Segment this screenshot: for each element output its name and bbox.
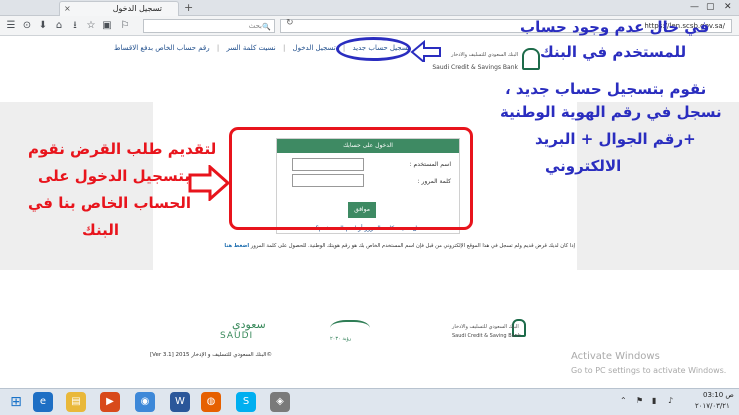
annotation-blue-2: للمستخدم في البنك bbox=[540, 43, 687, 61]
volume-icon[interactable]: ♪ bbox=[668, 396, 673, 405]
library-icon[interactable]: ▣ bbox=[100, 19, 114, 33]
new-tab-icon[interactable]: + bbox=[184, 2, 193, 14]
annotation-red-4: البنك bbox=[82, 221, 119, 239]
installments-account-link[interactable]: رقم حساب الخاص بدفع الاقساط bbox=[114, 42, 210, 54]
word-icon[interactable]: W bbox=[170, 392, 190, 412]
annotation-blue-4: نسجل في رقم الهوية الوطنية bbox=[500, 103, 722, 121]
forgot-password-link[interactable]: نسيت كلمة السر bbox=[226, 42, 275, 54]
bank-logo-english: Saudi Credit & Savings Bank bbox=[432, 64, 518, 71]
bank-logo-arabic: البنك السعودي للتسليف والادخار bbox=[451, 52, 518, 58]
highlight-box bbox=[229, 127, 473, 230]
download-icon[interactable]: ⬇ bbox=[36, 19, 50, 33]
browser-tab[interactable]: تسجيل الدخول × bbox=[59, 1, 179, 16]
menu-icon[interactable]: ☰ bbox=[4, 19, 18, 33]
separator: | bbox=[282, 44, 286, 52]
maximize-icon[interactable]: ▢ bbox=[706, 2, 715, 12]
clock-time[interactable]: 03:10 ص bbox=[703, 391, 734, 399]
vision-emblem-text: رؤية ٢٠٣٠ bbox=[330, 336, 352, 342]
addon-icon[interactable]: ⊙ bbox=[20, 19, 34, 33]
action-center-icon[interactable]: ⚑ bbox=[636, 396, 643, 405]
minimize-icon[interactable]: — bbox=[690, 2, 699, 12]
home-icon[interactable]: ⌂ bbox=[52, 19, 66, 33]
tray-expand-icon[interactable]: ⌃ bbox=[620, 396, 627, 405]
start-icon[interactable]: ⊞ bbox=[6, 392, 26, 412]
reload-icon[interactable]: ↻ bbox=[286, 18, 294, 28]
search-box[interactable]: بحث 🔍 bbox=[143, 19, 275, 33]
media-player-icon[interactable]: ▶ bbox=[100, 392, 120, 412]
red-arrow-icon bbox=[188, 165, 230, 201]
saudi-brand-english: SAUDI bbox=[220, 331, 254, 341]
saudi-brand-arabic: سعودي bbox=[232, 318, 266, 331]
firefox-icon[interactable]: ◍ bbox=[201, 392, 221, 412]
network-icon[interactable]: ▮ bbox=[652, 396, 656, 405]
footer-bank-english: Saudi Credit & Saving Bank bbox=[452, 333, 521, 339]
tab-bar: تسجيل الدخول × + — ▢ ✕ bbox=[0, 0, 739, 16]
annotation-red-2: بتسجيل الدخول على bbox=[38, 167, 190, 185]
blue-arrow-icon bbox=[410, 40, 441, 62]
annotation-blue-5: +رقم الجوال + البريد bbox=[535, 130, 696, 148]
info-message: إذا كان لديك قرض قديم ولم تسجل في هذا ال… bbox=[250, 243, 575, 249]
annotation-red-3: الحساب الخاص بنا في bbox=[28, 194, 192, 212]
window-close-icon[interactable]: ✕ bbox=[724, 2, 732, 12]
app-icon[interactable]: ◉ bbox=[135, 392, 155, 412]
internet-explorer-icon[interactable]: e bbox=[33, 392, 53, 412]
bank-logo: البنك السعودي للتسليف والادخار Saudi Cre… bbox=[432, 44, 540, 76]
clock-date[interactable]: ٢٠١٧/٠٣/٢١ bbox=[695, 402, 730, 410]
search-icon: 🔍 bbox=[262, 23, 271, 31]
annotation-blue-1: في حال عدم وجود حساب bbox=[520, 18, 710, 36]
annotation-blue-3: نقوم بتسجيل حساب جديد ، bbox=[505, 80, 707, 98]
annotation-red-1: لتقديم طلب القرض نقوم bbox=[28, 140, 217, 158]
click-here-link[interactable]: اضغط هنا bbox=[224, 243, 249, 249]
taskbar: ⊞ e ▤ ▶ ◉ W ◍ S ◈ ⌃ ⚑ ▮ ♪ 03:10 ص ٢٠١٧/٠… bbox=[0, 388, 739, 415]
file-explorer-icon[interactable]: ▤ bbox=[66, 392, 86, 412]
skype-icon[interactable]: S bbox=[236, 392, 256, 412]
app-icon[interactable]: ◈ bbox=[270, 392, 290, 412]
activate-windows-subtitle: Go to PC settings to activate Windows. bbox=[571, 366, 727, 375]
login-link[interactable]: تسجيل الدخول bbox=[293, 42, 336, 54]
footer-bank-arabic: البنك السعودي للتسليف والادخار bbox=[452, 324, 519, 330]
annotation-blue-6: الالكتروني bbox=[545, 157, 622, 175]
bank-logo-icon bbox=[522, 48, 540, 70]
info-text: إذا كان لديك قرض قديم ولم تسجل في هذا ال… bbox=[165, 243, 575, 249]
activate-windows-title: Activate Windows bbox=[571, 351, 660, 362]
save-icon[interactable]: ⭳ bbox=[68, 19, 82, 33]
screen: تسجيل الدخول × + — ▢ ✕ ☰ ⊙ ⬇ ⌂ ⭳ ☆ ▣ ⚐ ب… bbox=[0, 0, 739, 415]
bookmark-star-icon[interactable]: ☆ bbox=[84, 19, 98, 33]
flag-icon[interactable]: ⚐ bbox=[118, 19, 132, 33]
copyright: [Ver 3.1] البنك السعودي للتسليف و الإدخا… bbox=[150, 352, 273, 358]
tab-close-icon[interactable]: × bbox=[64, 2, 71, 16]
tab-title: تسجيل الدخول bbox=[112, 4, 162, 13]
search-placeholder: بحث bbox=[248, 22, 262, 30]
highlight-oval bbox=[336, 37, 411, 61]
separator: | bbox=[216, 44, 220, 52]
